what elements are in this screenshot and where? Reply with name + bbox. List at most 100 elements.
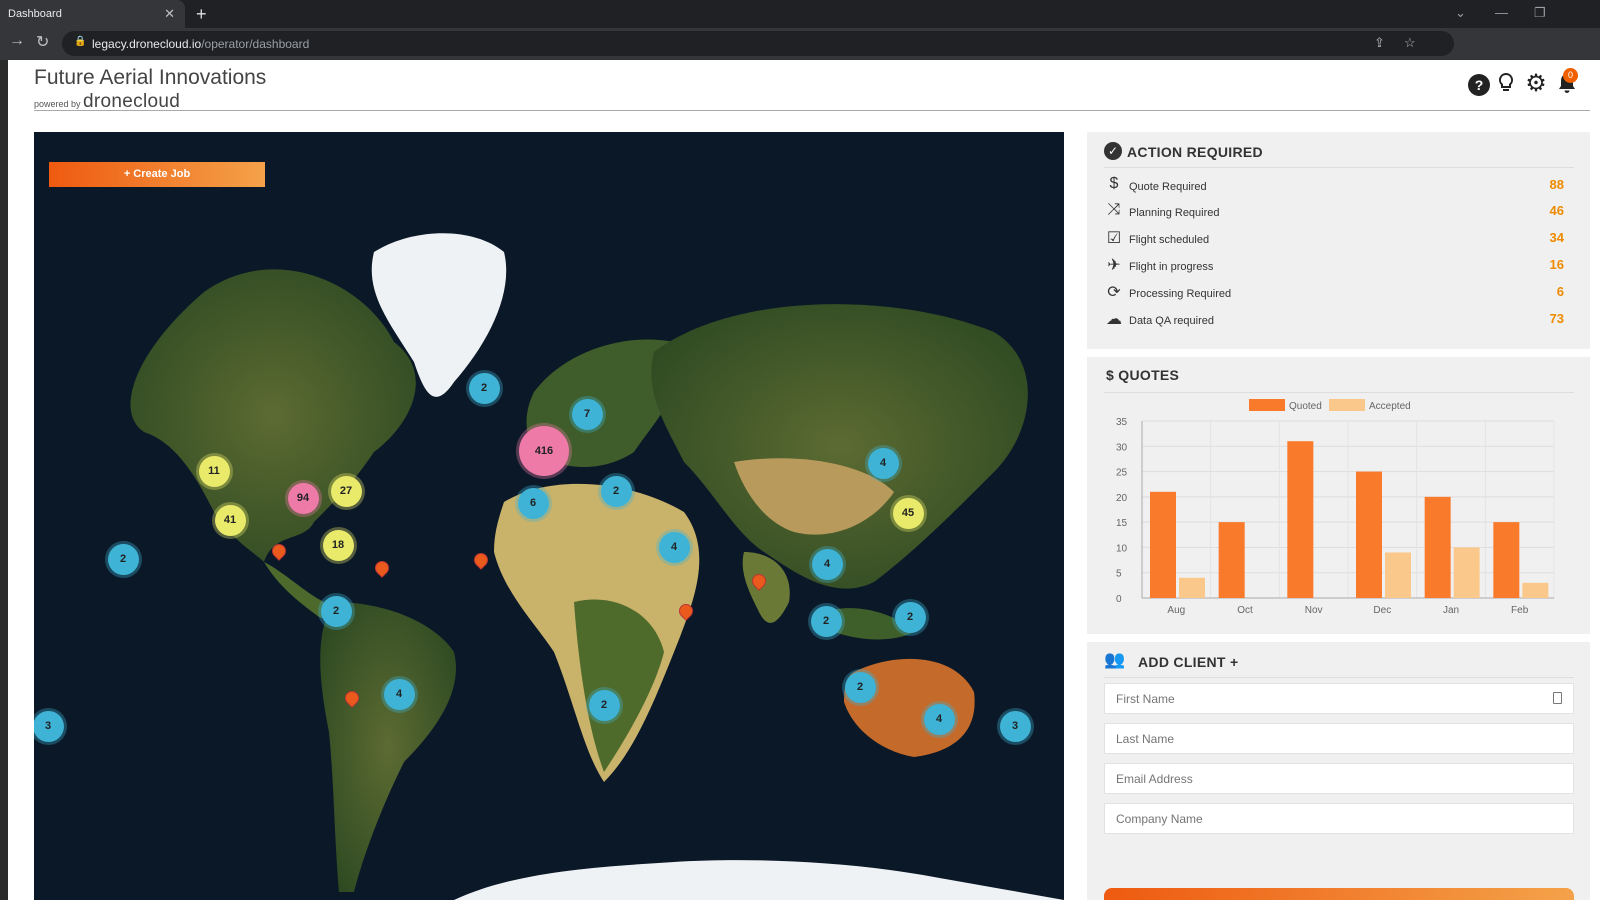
page: Future Aerial Innovations powered by dro… [0,60,1600,900]
brand[interactable]: Future Aerial Innovations powered by dro… [34,66,266,113]
tab-search-icon[interactable]: ⌄ [1455,0,1466,26]
action-required-panel: ✓ ACTION REQUIRED $ Quote Required 88 ⤨ Plan… [1087,132,1590,349]
last-name-input[interactable] [1104,723,1574,754]
y-tick-label: 0 [1116,594,1122,605]
x-tick-label: Nov [1305,605,1323,616]
map-cluster-marker[interactable]: 94 [287,482,319,514]
route-icon: ⤨ [1107,201,1121,218]
map-cluster-marker[interactable]: 3 [999,710,1031,742]
left-edge-strip [0,60,8,900]
world-map[interactable]: + Create Job 2 7 416 11 94 27 41 18 2 2 6 2 4 4 45 4 2 2 4… [34,132,1064,900]
x-tick-label: Feb [1511,605,1529,616]
close-tab-icon[interactable]: ✕ [164,0,175,28]
y-tick-label: 20 [1116,493,1128,504]
create-job-button[interactable]: + Create Job [49,162,265,187]
panel-divider [1104,677,1574,678]
action-label: Quote Required [1129,181,1207,193]
map-cluster-marker[interactable]: 2 [810,605,842,637]
action-label: Planning Required [1129,207,1220,219]
y-tick-label: 35 [1116,417,1128,428]
map-cluster-marker[interactable]: 4 [383,678,415,710]
company-name-input[interactable] [1104,803,1574,834]
reload-icon[interactable]: ↻ [36,32,49,52]
bar-quoted [1356,471,1382,598]
legend-swatch [1329,399,1365,411]
add-client-panel: 👥 ADD CLIENT + [1087,642,1590,900]
cloud-upload-icon: ☁ [1106,311,1122,328]
legend-label: Quoted [1289,401,1322,412]
check-circle-icon: ✓ [1104,142,1122,160]
action-label: Flight in progress [1129,261,1214,273]
add-client-title[interactable]: ADD CLIENT + [1138,654,1238,670]
quotes-title: $ QUOTES [1106,367,1180,383]
action-row[interactable]: ☁ Data QA required 73 [1104,309,1564,333]
action-row[interactable]: ☑ Flight scheduled 34 [1104,228,1564,252]
map-cluster-marker[interactable]: 2 [468,372,500,404]
help-icon[interactable]: ? [1467,72,1491,96]
action-label: Data QA required [1129,315,1214,327]
checkbox-icon: ☑ [1106,230,1122,247]
map-cluster-marker[interactable]: 2 [894,601,926,633]
action-row[interactable]: ✈ Flight in progress 16 [1104,255,1564,279]
y-tick-label: 10 [1116,543,1128,554]
map-cluster-marker[interactable]: 4 [811,548,843,580]
map-cluster-marker[interactable]: 4 [867,447,899,479]
map-cluster-marker[interactable]: 7 [571,398,603,430]
bookmark-star-icon[interactable]: ☆ [1404,35,1416,51]
address-bar[interactable]: 🔒 legacy.dronecloud.io/operator/dashboar… [62,31,1454,56]
forward-icon[interactable]: → [9,32,25,50]
new-tab-icon[interactable]: + [196,0,207,28]
map-cluster-marker[interactable]: 27 [330,475,362,507]
action-count: 6 [1556,284,1564,299]
bar-accepted [1179,577,1205,598]
tab-title: Dashboard [8,8,62,20]
map-cluster-marker[interactable]: 18 [322,529,354,561]
panel-divider [1104,167,1574,168]
bar-quoted [1493,522,1520,598]
map-cluster-marker[interactable]: 2 [588,689,620,721]
dronecloud-logo: dronecloud [83,91,181,112]
header-divider [34,110,1590,111]
restore-icon[interactable]: ❐ [1534,0,1546,26]
first-name-input[interactable] [1104,683,1574,714]
quotes-bar-chart: Quoted Accepted 0 5 10 15 20 25 30 35 Aug Oct Nov Dec… [1116,399,1555,616]
map-cluster-marker[interactable]: 3 [34,710,64,742]
lock-icon: 🔒 [74,36,87,47]
map-cluster-marker[interactable]: 4 [658,531,690,563]
bar-quoted [1218,522,1245,598]
browser-tab[interactable]: Dashboard ✕ [0,0,185,28]
share-icon[interactable]: ⇪ [1374,35,1385,51]
x-tick-label: Aug [1167,605,1185,616]
action-row[interactable]: ⟳ Processing Required 6 [1104,282,1564,306]
y-tick-label: 30 [1116,442,1128,453]
map-cluster-marker[interactable]: 2 [107,543,139,575]
map-cluster-marker[interactable]: 4 [923,703,955,735]
settings-gear-icon[interactable]: ⚙ [1524,72,1548,96]
dollar-icon: $ [1109,175,1119,192]
lightbulb-icon[interactable] [1494,72,1518,96]
map-cluster-marker[interactable]: 2 [320,595,352,627]
bar-accepted [1453,547,1480,598]
action-count: 88 [1549,177,1564,192]
x-tick-label: Dec [1373,605,1391,616]
map-cluster-marker[interactable]: 45 [892,497,924,529]
minimize-icon[interactable]: — [1495,0,1508,26]
map-cluster-marker[interactable]: 41 [214,504,246,536]
x-tick-label: Oct [1237,605,1253,616]
action-count: 16 [1549,257,1564,272]
email-input[interactable] [1104,763,1574,794]
map-cluster-marker[interactable]: 2 [600,475,632,507]
add-client-submit-button[interactable] [1104,888,1574,900]
refresh-icon: ⟳ [1107,284,1121,301]
legend-label: Accepted [1369,401,1411,412]
quotes-panel: $ QUOTES Quoted Accepted 0 5 10 15 20 25 30 35 Aug… [1087,357,1590,634]
action-row[interactable]: ⤨ Planning Required 46 [1104,201,1564,225]
map-cluster-marker[interactable]: 416 [519,426,569,476]
action-row[interactable]: $ Quote Required 88 [1104,175,1564,199]
plane-icon: ✈ [1107,257,1121,274]
action-count: 73 [1549,311,1564,326]
action-label: Processing Required [1129,288,1232,300]
map-cluster-marker[interactable]: 6 [517,487,549,519]
map-cluster-marker[interactable]: 2 [844,671,876,703]
map-cluster-marker[interactable]: 11 [198,455,230,487]
